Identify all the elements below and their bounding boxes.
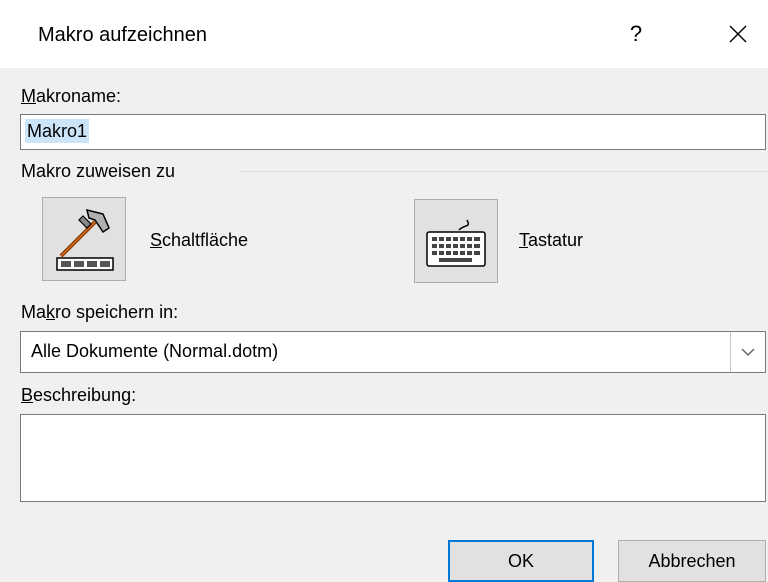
assign-group-label: Makro zuweisen zu bbox=[21, 161, 176, 181]
description-textarea[interactable] bbox=[20, 414, 766, 502]
help-button[interactable]: ? bbox=[616, 14, 656, 54]
window-title: Makro aufzeichnen bbox=[38, 24, 207, 46]
title-bar: Makro aufzeichnen ? bbox=[0, 0, 768, 68]
store-in-label: Makro speichern in: bbox=[21, 302, 179, 322]
hammer-button-icon bbox=[56, 208, 114, 271]
group-divider bbox=[240, 171, 768, 172]
record-macro-dialog: Makro aufzeichnen ? Makroname: Makro1 Ma… bbox=[0, 0, 768, 582]
macro-name-label: Makroname: bbox=[21, 86, 122, 106]
cancel-button[interactable]: Abbrechen bbox=[618, 540, 766, 582]
close-button[interactable] bbox=[718, 14, 758, 54]
ok-button[interactable]: OK bbox=[448, 540, 594, 582]
keyboard-option-label[interactable]: Tastatur bbox=[519, 230, 583, 251]
assign-to-button-button[interactable] bbox=[42, 197, 126, 281]
description-label: Beschreibung: bbox=[21, 385, 137, 405]
assign-to-keyboard-button[interactable] bbox=[414, 199, 498, 283]
macro-name-value: Makro1 bbox=[25, 119, 90, 143]
keyboard-icon bbox=[426, 219, 486, 267]
macro-name-input[interactable]: Makro1 bbox=[20, 114, 766, 150]
close-icon bbox=[729, 25, 747, 43]
button-option-label[interactable]: Schaltfläche bbox=[150, 230, 248, 251]
store-in-dropdown[interactable]: Alle Dokumente (Normal.dotm) bbox=[20, 331, 766, 373]
chevron-down-icon bbox=[741, 348, 755, 356]
dropdown-arrow-button[interactable] bbox=[730, 332, 765, 372]
store-in-selected: Alle Dokumente (Normal.dotm) bbox=[31, 341, 279, 361]
help-icon: ? bbox=[629, 21, 643, 46]
